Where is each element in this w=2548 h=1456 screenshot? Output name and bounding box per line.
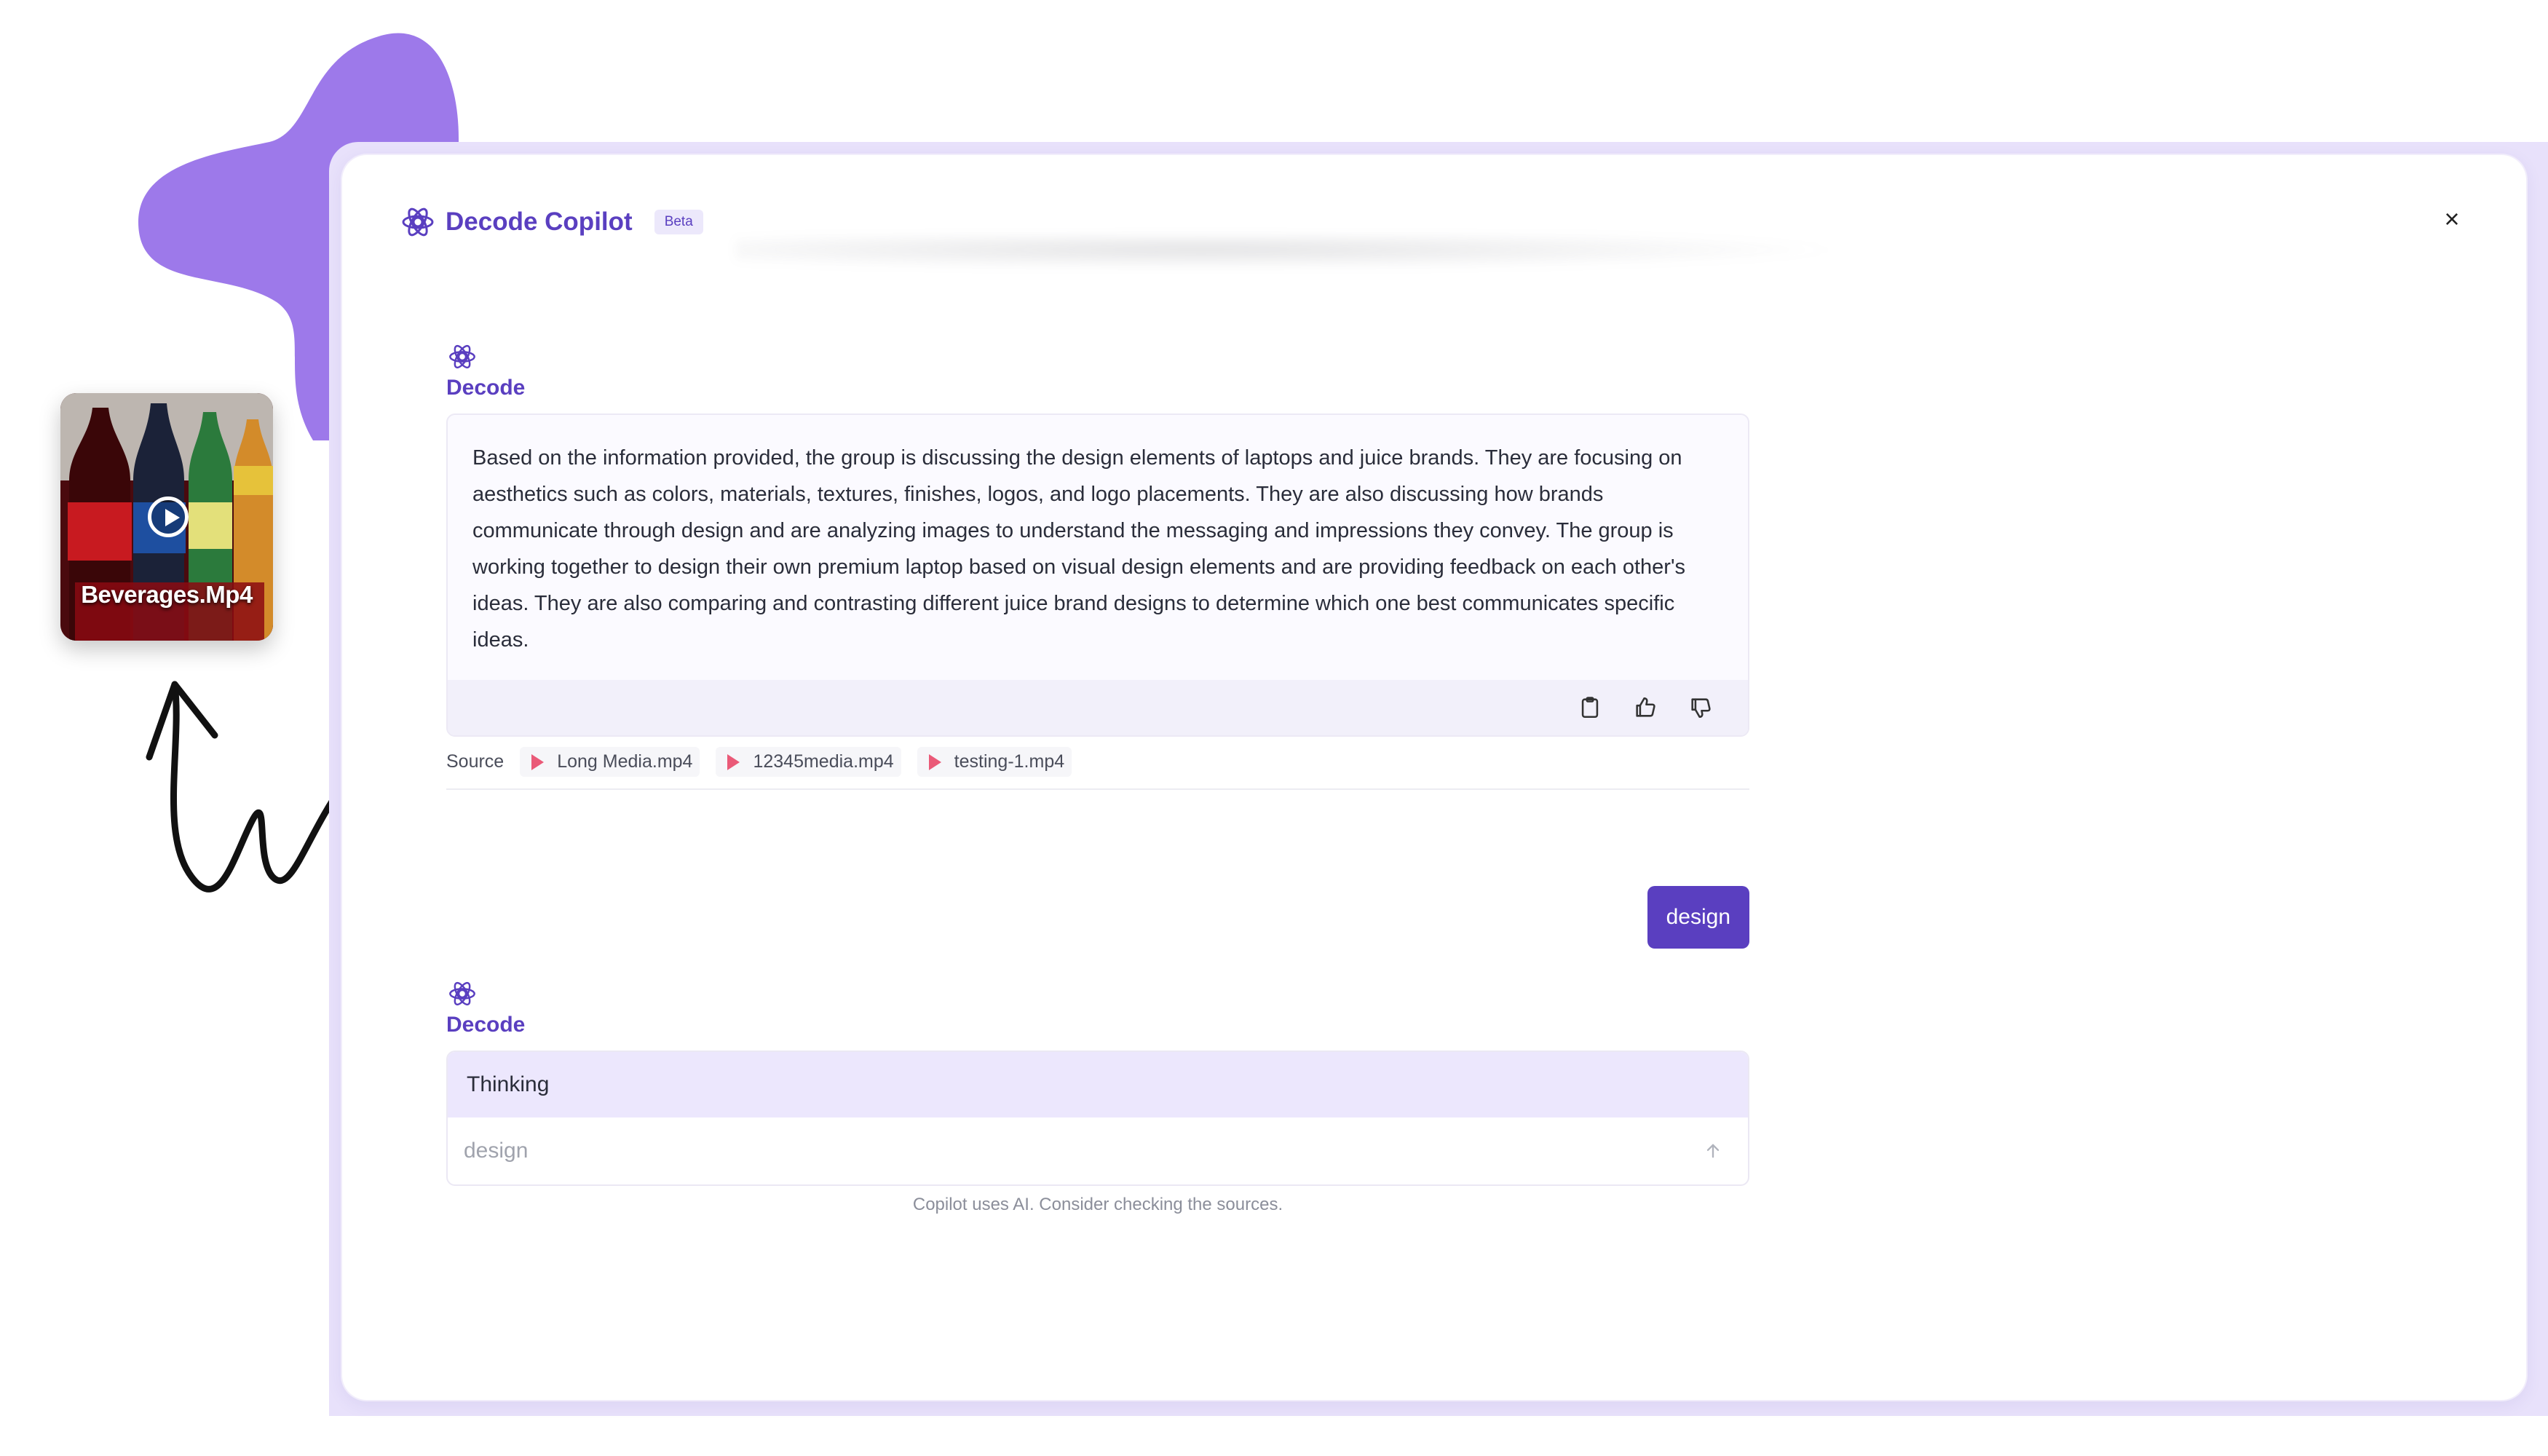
app-title: Decode Copilot [446,207,633,236]
source-name: 12345media.mp4 [753,751,894,772]
user-message-row: design [446,886,1749,949]
source-link[interactable]: Long Media.mp4 [520,747,700,777]
play-icon [928,753,941,770]
source-link[interactable]: testing-1.mp4 [917,747,1072,777]
sources-row: Source Long Media.mp4 12345media.mp4 tes… [446,747,1749,790]
play-icon [531,753,545,770]
clipboard-icon [1581,697,1599,719]
ai-disclaimer: Copilot uses AI. Consider checking the s… [912,1195,1283,1214]
conversation: Decode Based on the information provided… [446,342,1749,1215]
play-icon [727,753,740,770]
bot-answer-text: Based on the information provided, the g… [472,446,1685,652]
thumbs-up-icon [1636,697,1655,717]
play-icon[interactable] [148,496,189,537]
dislike-button[interactable] [1684,691,1717,724]
source-link[interactable]: 12345media.mp4 [716,747,901,777]
source-name: Long Media.mp4 [557,751,693,772]
like-button[interactable] [1629,691,1662,724]
atom-gear-icon [449,981,475,1006]
video-thumbnail[interactable]: Beverages.Mp4 [60,393,273,641]
close-icon: × [2444,204,2460,234]
bot-name: Decode [446,376,526,400]
input-row [448,1117,1748,1184]
header-shadow [735,235,1900,272]
bot-answer-card: Based on the information provided, the g… [446,414,1749,737]
copy-button[interactable] [1573,691,1607,724]
thumbnail-label: Beverages.Mp4 [81,581,253,608]
sources-label: Source [446,751,505,772]
composer: Thinking [446,1051,1749,1186]
answer-actions [448,680,1748,735]
atom-gear-icon [402,207,434,237]
panel-header: Decode Copilot Beta [400,200,703,244]
hand-drawn-arrow [170,681,346,893]
arrow-up-icon [1706,1144,1720,1158]
message-input[interactable] [464,1139,1629,1163]
bot-message-header: Decode [446,342,1749,400]
send-button[interactable] [1697,1135,1729,1167]
thumbs-down-icon [1691,698,1711,719]
arrow-head [146,681,218,761]
close-button[interactable]: × [2430,197,2474,241]
bot-name: Decode [446,1013,526,1037]
source-name: testing-1.mp4 [954,751,1065,772]
bot-message-header: Decode [446,979,1749,1037]
beta-badge: Beta [654,210,703,234]
thinking-status: Thinking [448,1052,1748,1117]
atom-gear-icon [449,344,475,369]
user-message-bubble: design [1647,886,1749,949]
